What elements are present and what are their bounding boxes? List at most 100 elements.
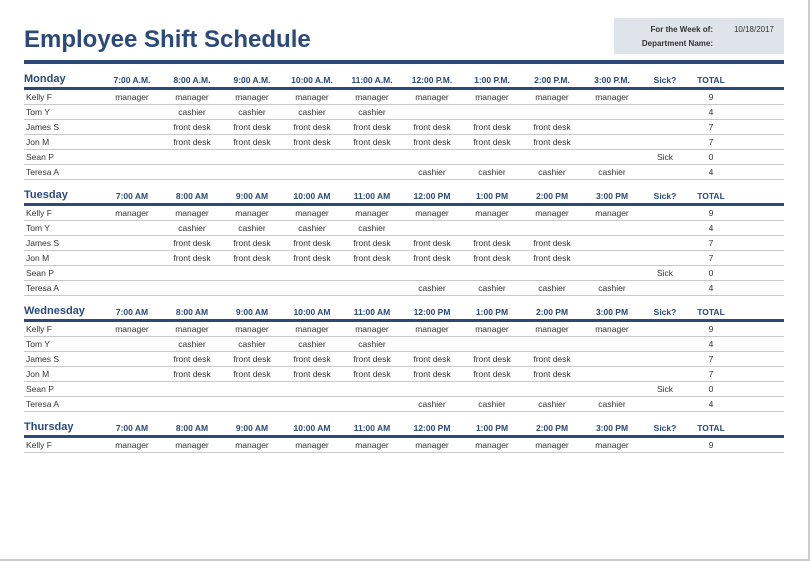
day-name: Tuesday: [24, 189, 102, 201]
total-cell: 0: [688, 384, 734, 394]
schedule-sheet: Employee Shift Schedule For the Week of:…: [0, 0, 810, 561]
meta-box: For the Week of: 10/18/2017 Department N…: [614, 18, 784, 54]
total-cell: 4: [688, 223, 734, 233]
shift-cell: front desk: [522, 238, 582, 248]
total-cell: 7: [688, 122, 734, 132]
shift-cell: manager: [462, 324, 522, 334]
shift-cell: cashier: [342, 339, 402, 349]
shift-cell: front desk: [162, 122, 222, 132]
sick-header: Sick?: [642, 423, 688, 433]
time-header: 1:00 PM: [462, 423, 522, 433]
shift-cell: front desk: [342, 369, 402, 379]
time-header: 11:00 AM: [342, 307, 402, 317]
employee-name: Kelly F: [24, 208, 102, 218]
total-header: TOTAL: [688, 307, 734, 317]
day-name: Thursday: [24, 421, 102, 433]
time-header: 2:00 PM: [522, 307, 582, 317]
employee-name: Kelly F: [24, 324, 102, 334]
shift-cell: manager: [582, 324, 642, 334]
shift-cell: front desk: [462, 137, 522, 147]
shift-cell: manager: [102, 440, 162, 450]
time-header: 12:00 PM: [402, 191, 462, 201]
employee-name: Jon M: [24, 253, 102, 263]
total-cell: 9: [688, 324, 734, 334]
meta-dept-label: Department Name:: [624, 39, 719, 48]
shift-cell: manager: [222, 208, 282, 218]
shift-cell: cashier: [162, 107, 222, 117]
sick-cell: Sick: [642, 384, 688, 394]
shift-cell: front desk: [462, 238, 522, 248]
shift-cell: front desk: [222, 253, 282, 263]
total-cell: 9: [688, 208, 734, 218]
shift-cell: cashier: [282, 107, 342, 117]
time-header: 12:00 PM: [402, 307, 462, 317]
employee-name: Tom Y: [24, 107, 102, 117]
sick-header: Sick?: [642, 307, 688, 317]
table-row: Teresa Acashiercashiercashiercashier4: [24, 397, 784, 412]
time-header: 12:00 P.M.: [402, 75, 462, 85]
table-row: James Sfront deskfront deskfront deskfro…: [24, 352, 784, 367]
table-row: Kelly Fmanagermanagermanagermanagermanag…: [24, 90, 784, 105]
total-cell: 4: [688, 339, 734, 349]
shift-cell: manager: [342, 208, 402, 218]
shift-cell: manager: [282, 440, 342, 450]
time-header: 10:00 AM: [282, 307, 342, 317]
total-cell: 7: [688, 137, 734, 147]
shift-cell: cashier: [462, 167, 522, 177]
day-block: Tuesday7:00 AM8:00 AM9:00 AM10:00 AM11:0…: [24, 188, 784, 296]
shift-cell: manager: [522, 440, 582, 450]
time-header: 7:00 AM: [102, 307, 162, 317]
employee-name: James S: [24, 122, 102, 132]
shift-cell: front desk: [402, 238, 462, 248]
time-header: 10:00 AM: [282, 191, 342, 201]
shift-cell: cashier: [582, 399, 642, 409]
sick-cell: Sick: [642, 152, 688, 162]
shift-cell: front desk: [342, 122, 402, 132]
shift-cell: front desk: [282, 369, 342, 379]
shift-cell: cashier: [402, 399, 462, 409]
time-header: 8:00 A.M.: [162, 75, 222, 85]
total-cell: 7: [688, 369, 734, 379]
total-cell: 4: [688, 167, 734, 177]
employee-name: Sean P: [24, 152, 102, 162]
shift-cell: cashier: [162, 339, 222, 349]
time-header: 9:00 A.M.: [222, 75, 282, 85]
total-cell: 7: [688, 253, 734, 263]
day-header-row: Thursday7:00 AM8:00 AM9:00 AM10:00 AM11:…: [24, 420, 784, 438]
meta-dept-row: Department Name:: [624, 36, 774, 50]
time-header: 1:00 P.M.: [462, 75, 522, 85]
total-cell: 7: [688, 238, 734, 248]
time-header: 10:00 A.M.: [282, 75, 342, 85]
shift-cell: manager: [162, 440, 222, 450]
shift-cell: cashier: [522, 283, 582, 293]
shift-cell: front desk: [522, 137, 582, 147]
total-cell: 4: [688, 283, 734, 293]
shift-cell: front desk: [222, 354, 282, 364]
employee-name: Teresa A: [24, 283, 102, 293]
shift-cell: manager: [222, 92, 282, 102]
table-row: Jon Mfront deskfront deskfront deskfront…: [24, 367, 784, 382]
shift-cell: front desk: [342, 253, 402, 263]
total-header: TOTAL: [688, 75, 734, 85]
shift-cell: cashier: [342, 223, 402, 233]
shift-cell: manager: [282, 324, 342, 334]
shift-cell: cashier: [402, 167, 462, 177]
meta-week-label: For the Week of:: [624, 25, 719, 34]
time-header: 8:00 AM: [162, 307, 222, 317]
day-block: Thursday7:00 AM8:00 AM9:00 AM10:00 AM11:…: [24, 420, 784, 453]
shift-cell: cashier: [222, 107, 282, 117]
table-row: Sean PSick0: [24, 382, 784, 397]
time-header: 9:00 AM: [222, 191, 282, 201]
shift-cell: cashier: [582, 167, 642, 177]
days-container: Monday7:00 A.M.8:00 A.M.9:00 A.M.10:00 A…: [24, 72, 784, 453]
shift-cell: front desk: [522, 122, 582, 132]
shift-cell: front desk: [402, 369, 462, 379]
total-cell: 9: [688, 440, 734, 450]
table-row: James Sfront deskfront deskfront deskfro…: [24, 236, 784, 251]
time-header: 9:00 AM: [222, 423, 282, 433]
time-header: 12:00 PM: [402, 423, 462, 433]
shift-cell: manager: [162, 92, 222, 102]
total-header: TOTAL: [688, 191, 734, 201]
shift-cell: cashier: [222, 339, 282, 349]
table-row: Teresa Acashiercashiercashiercashier4: [24, 281, 784, 296]
